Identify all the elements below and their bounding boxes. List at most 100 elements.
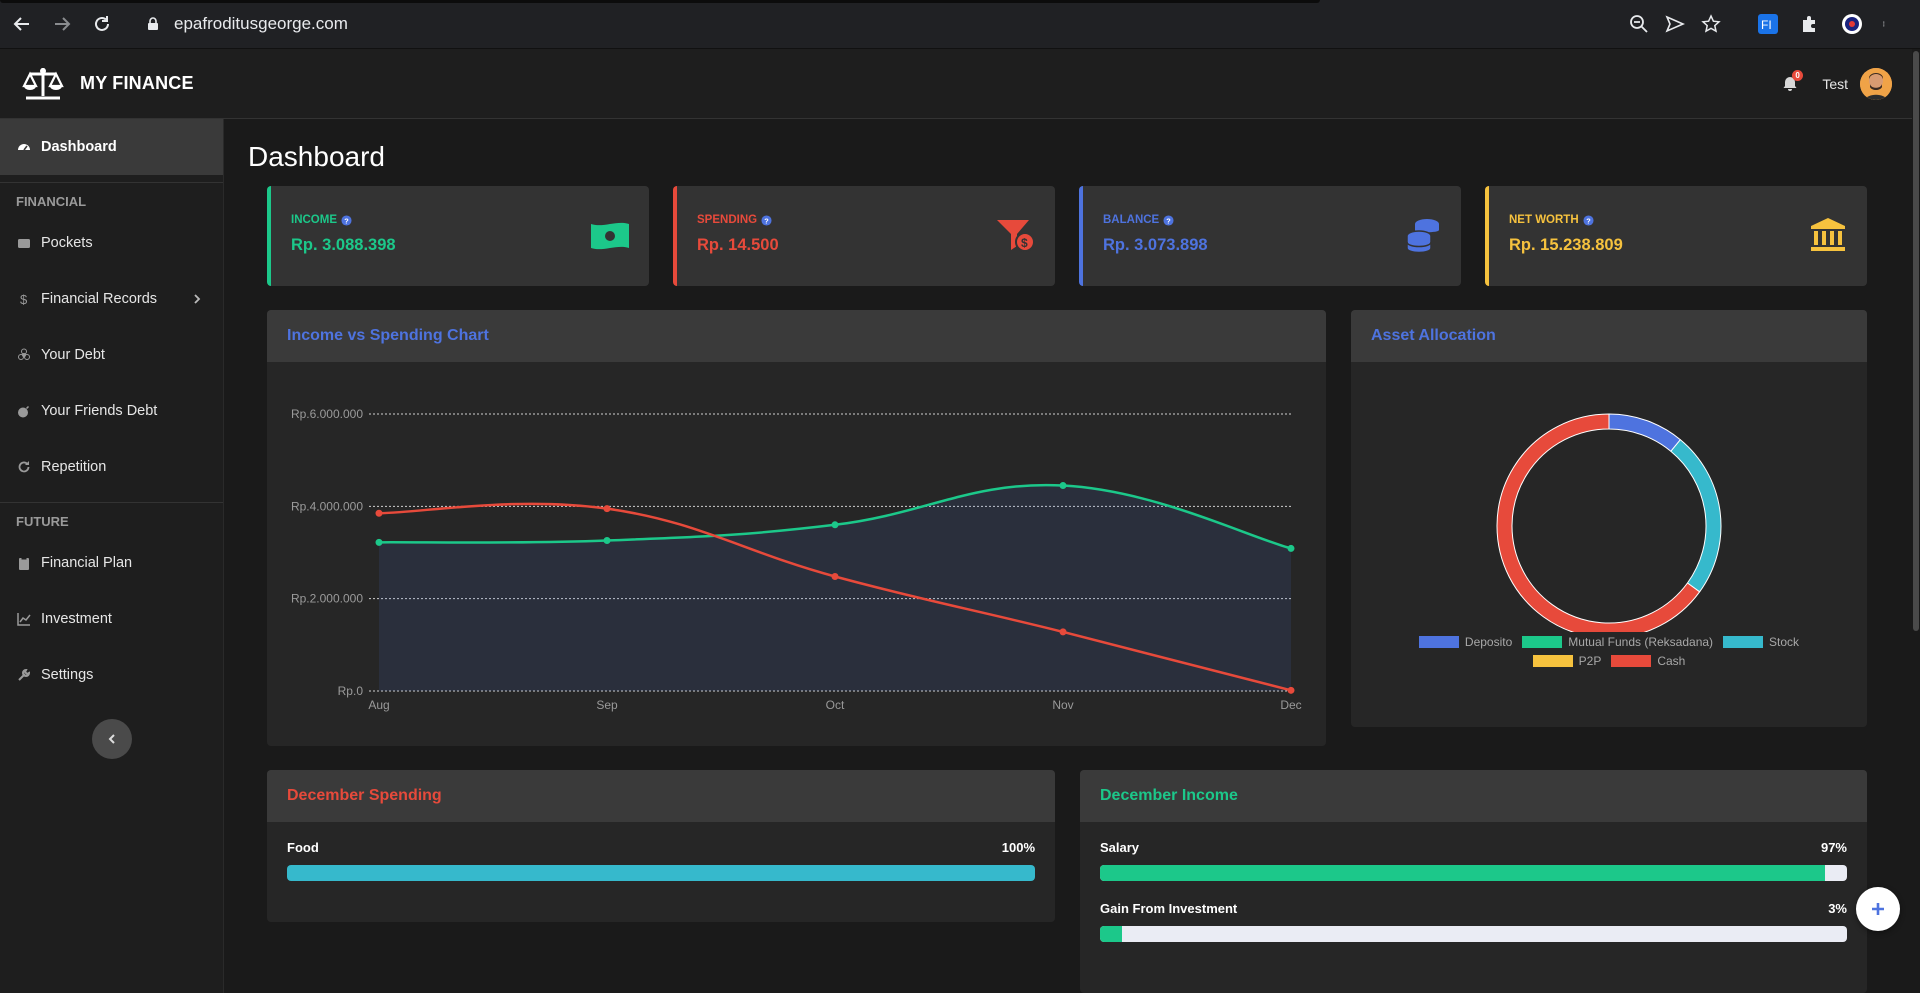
- x-tick-label: Dec: [1280, 698, 1301, 712]
- sidebar-item-pockets[interactable]: Pockets: [0, 215, 223, 271]
- asset-allocation-title: Asset Allocation: [1351, 310, 1867, 362]
- asset-allocation-donut-chart: [1496, 413, 1722, 632]
- address-bar[interactable]: epafroditusgeorge.com: [132, 7, 1737, 41]
- chart-line-icon: [16, 611, 32, 627]
- data-point: [1287, 544, 1295, 552]
- biohazard-icon: [16, 347, 32, 363]
- legend-label: Cash: [1657, 654, 1686, 668]
- kebab-menu-icon[interactable]: [1883, 13, 1889, 35]
- brand-name: MY FINANCE: [80, 73, 194, 93]
- question-circle-icon[interactable]: ?: [761, 214, 772, 226]
- user-avatar-icon: [1860, 67, 1892, 100]
- question-circle-icon[interactable]: ?: [341, 214, 352, 226]
- donut-slice: [1670, 438, 1722, 593]
- legend-label: P2P: [1578, 654, 1602, 668]
- progress-percent: 100%: [1001, 840, 1035, 855]
- svg-text:$: $: [20, 292, 28, 306]
- chevron-left-icon: [108, 734, 115, 744]
- y-tick-label: Rp.2.000.000: [291, 592, 363, 606]
- sidebar-item-label: Repetition: [41, 459, 107, 475]
- progress-fill: [1100, 926, 1123, 942]
- december-income-title: December Income: [1080, 770, 1867, 822]
- question-circle-icon[interactable]: ?: [1163, 214, 1174, 226]
- data-point: [1059, 628, 1067, 636]
- progress-row: Salary 97%: [1100, 840, 1847, 881]
- income-card: INCOME ? Rp. 3.088.398: [267, 186, 649, 286]
- reload-icon: [95, 16, 109, 31]
- reload-button[interactable]: [84, 6, 120, 42]
- progress-label: Gain From Investment: [1100, 901, 1238, 916]
- notification-count-badge: 0: [1792, 69, 1803, 81]
- progress-fill: [287, 865, 1035, 881]
- profile-icon[interactable]: [1841, 13, 1863, 35]
- svg-text:?: ?: [1167, 216, 1172, 225]
- sidebar-item-financial-records[interactable]: $ Financial Records: [0, 271, 223, 327]
- user-name[interactable]: Test: [1822, 76, 1848, 92]
- legend-label: Stock: [1769, 635, 1800, 649]
- brand[interactable]: MY FINANCE: [22, 66, 194, 102]
- x-tick-label: Aug: [368, 698, 389, 712]
- sidebar-heading-future: FUTURE: [16, 514, 69, 529]
- add-record-button[interactable]: [1856, 887, 1900, 931]
- sidebar-item-label: Financial Plan: [41, 555, 133, 571]
- money-bill-icon: [591, 222, 629, 250]
- sidebar-toggle-button[interactable]: [91, 719, 132, 759]
- december-spending-title: December Spending: [267, 770, 1055, 822]
- x-tick-label: Nov: [1052, 698, 1073, 712]
- sidebar-item-friends-debt[interactable]: Your Friends Debt: [0, 383, 223, 439]
- extension-fi-icon[interactable]: FI: [1757, 13, 1779, 35]
- sidebar-item-label: Dashboard: [41, 139, 117, 155]
- clipboard-icon: [16, 555, 32, 571]
- legend-item[interactable]: Deposito: [1418, 635, 1512, 649]
- scrollbar-thumb[interactable]: [1913, 51, 1919, 631]
- net-worth-value: Rp. 15.238.809: [1509, 236, 1623, 254]
- send-icon[interactable]: [1665, 14, 1685, 34]
- avatar[interactable]: [1860, 67, 1892, 100]
- svg-text:FI: FI: [1761, 18, 1772, 32]
- legend-item[interactable]: Cash: [1611, 654, 1685, 668]
- sidebar-item-settings[interactable]: Settings: [0, 647, 223, 703]
- y-tick-label: Rp.6.000.000: [291, 407, 363, 421]
- forward-button[interactable]: [44, 6, 80, 42]
- sidebar-item-financial-plan[interactable]: Financial Plan: [0, 535, 223, 591]
- sidebar-item-dashboard[interactable]: Dashboard: [0, 119, 223, 175]
- december-income-panel: December Income Salary 97% Gain From Inv…: [1080, 770, 1867, 993]
- sidebar-item-repetition[interactable]: Repetition: [0, 439, 223, 495]
- browser-toolbar: epafroditusgeorge.com FI: [0, 0, 1920, 49]
- sidebar-item-your-debt[interactable]: Your Debt: [0, 327, 223, 383]
- legend-item[interactable]: Stock: [1723, 635, 1799, 649]
- y-tick-label: Rp.4.000.000: [291, 499, 363, 513]
- progress-percent: 3%: [1828, 901, 1847, 916]
- legend-item[interactable]: Mutual Funds (Reksadana): [1522, 635, 1713, 649]
- legend-item[interactable]: P2P: [1532, 654, 1602, 668]
- notifications-button[interactable]: 0: [1782, 69, 1803, 94]
- coins-icon: [1406, 219, 1439, 254]
- data-point: [831, 573, 839, 581]
- puzzle-icon[interactable]: [1799, 13, 1821, 35]
- asset-allocation-panel: Asset Allocation Deposito Mutual Funds (R…: [1351, 310, 1867, 727]
- balance-card: BALANCE ? Rp. 3.073.898: [1079, 186, 1461, 286]
- wallet-icon: [16, 235, 32, 251]
- back-button[interactable]: [4, 6, 40, 42]
- plus-icon: [1872, 903, 1884, 915]
- question-circle-icon[interactable]: ?: [1583, 214, 1594, 226]
- net-worth-card: NET WORTH ? Rp. 15.238.809: [1485, 186, 1867, 286]
- main-content: Dashboard INCOME ? Rp. 3.088.398 SPENDIN…: [224, 119, 1912, 993]
- scale-logo-icon: [22, 67, 64, 99]
- x-tick-label: Oct: [826, 698, 845, 712]
- data-point: [603, 505, 611, 513]
- x-tick-label: Sep: [596, 698, 618, 712]
- lock-icon: [148, 17, 158, 30]
- chevron-right-icon: [194, 294, 201, 304]
- star-icon[interactable]: [1701, 14, 1721, 34]
- sidebar-item-label: Settings: [41, 667, 94, 683]
- sidebar: Dashboard FINANCIAL Pockets $ Financial …: [0, 119, 224, 993]
- arrow-left-icon: [13, 17, 29, 31]
- spending-label: SPENDING: [697, 214, 758, 226]
- zoom-icon[interactable]: [1629, 14, 1649, 34]
- page-scrollbar[interactable]: [1912, 49, 1920, 993]
- progress-track: [1100, 865, 1847, 881]
- sidebar-divider: [0, 502, 223, 503]
- sidebar-item-investment[interactable]: Investment: [0, 591, 223, 647]
- legend-swatch: [1418, 636, 1459, 648]
